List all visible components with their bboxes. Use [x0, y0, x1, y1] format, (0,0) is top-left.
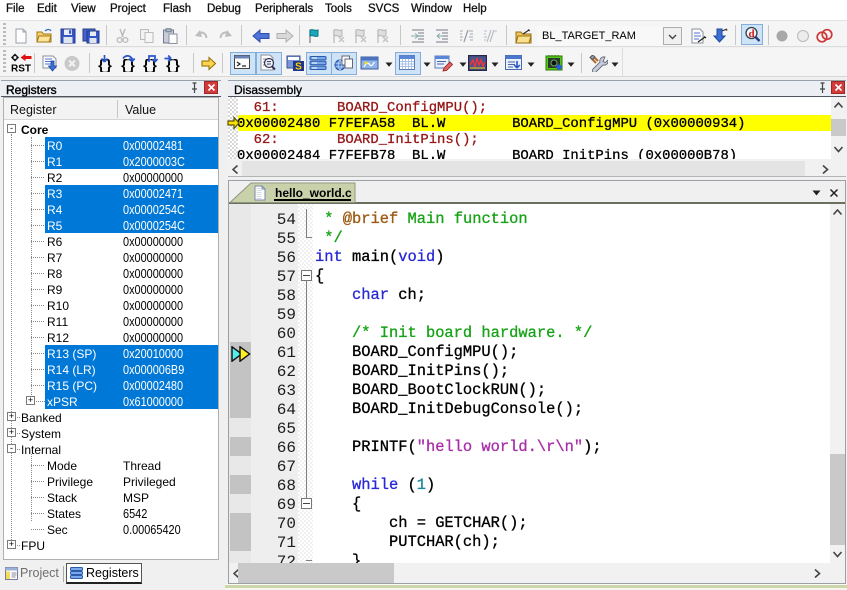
- svg-text:S: S: [295, 62, 302, 73]
- svg-text:RST: RST: [11, 64, 31, 74]
- svg-text:{}: {}: [165, 58, 180, 72]
- svg-text:d: d: [748, 28, 754, 40]
